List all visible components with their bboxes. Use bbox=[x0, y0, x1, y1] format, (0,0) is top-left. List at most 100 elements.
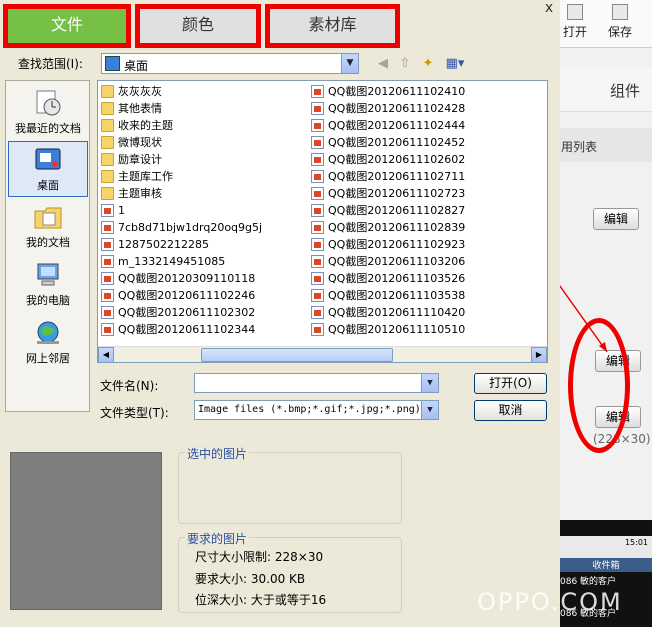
file-name: QQ截图20120611102246 bbox=[118, 289, 256, 302]
new-folder-icon[interactable]: ✦ bbox=[419, 55, 437, 73]
image-file-icon bbox=[311, 187, 324, 200]
image-file-icon bbox=[311, 255, 324, 268]
filename-input[interactable]: ▼ bbox=[194, 373, 439, 393]
image-file-icon bbox=[311, 136, 324, 149]
selected-image-group: 选中的图片 bbox=[178, 445, 402, 524]
edit-button-1[interactable]: 编辑 bbox=[593, 208, 639, 230]
phone-row-1: 086 敏的客户 bbox=[560, 577, 617, 587]
save-toolbar-button[interactable]: 保存 bbox=[600, 4, 640, 40]
file-size-text: 要求大小: 30.00 KB bbox=[195, 572, 306, 586]
file-name: 微博现状 bbox=[118, 136, 162, 149]
view-menu-icon[interactable]: ▦▾ bbox=[443, 55, 467, 73]
place-desktop[interactable]: 桌面 bbox=[8, 141, 88, 197]
tab-components[interactable]: 组件 bbox=[610, 80, 640, 101]
cancel-button[interactable]: 取消 bbox=[474, 400, 547, 421]
image-file-icon bbox=[311, 272, 324, 285]
tab-color[interactable]: 颜色 bbox=[135, 4, 261, 48]
image-file-icon bbox=[311, 119, 324, 132]
horizontal-scrollbar[interactable]: ◀ ▶ bbox=[98, 346, 547, 362]
look-in-label: 查找范围(I): bbox=[18, 57, 83, 71]
image-file-icon bbox=[311, 170, 324, 183]
image-file-icon bbox=[311, 85, 324, 98]
image-file-icon bbox=[311, 323, 324, 336]
image-file-icon bbox=[101, 323, 114, 336]
folder-icon bbox=[101, 170, 114, 183]
scrollbar-thumb[interactable] bbox=[201, 348, 393, 362]
open-button[interactable]: 打开(O) bbox=[474, 373, 547, 394]
file-name: QQ截图20120611102839 bbox=[328, 221, 466, 234]
chevron-down-icon[interactable]: ▼ bbox=[341, 54, 358, 73]
place-network[interactable]: 网上邻居 bbox=[8, 315, 88, 371]
desktop-icon bbox=[105, 56, 120, 71]
tab-file[interactable]: 文件 bbox=[3, 4, 131, 48]
top-tab-bar: 文件 颜色 素材库 x bbox=[0, 0, 560, 50]
scroll-right-icon[interactable]: ▶ bbox=[531, 347, 547, 362]
background-list-header: 用列表 bbox=[555, 128, 652, 162]
chevron-down-icon[interactable]: ▼ bbox=[421, 374, 438, 392]
file-name: QQ截图20120309110118 bbox=[118, 272, 256, 285]
phone-status-bar: 15:01 bbox=[560, 536, 652, 558]
place-my-documents[interactable]: 我的文档 bbox=[8, 199, 88, 255]
file-name: QQ截图20120611102602 bbox=[328, 153, 466, 166]
image-file-icon bbox=[101, 306, 114, 319]
open-file-dialog: 文件 颜色 素材库 x 查找范围(I): 桌面 ▼ ◀ ⇧ ✦ ▦▾ 我最近的文… bbox=[0, 0, 560, 627]
filetype-label: 文件类型(T): bbox=[100, 406, 169, 420]
my-documents-icon bbox=[34, 207, 62, 229]
file-name: 1287502212285 bbox=[118, 238, 209, 251]
open-toolbar-button[interactable]: 打开 bbox=[555, 4, 595, 40]
background-tab-row: 组件 bbox=[555, 68, 652, 112]
image-file-icon bbox=[311, 204, 324, 217]
file-name: QQ截图20120611102428 bbox=[328, 102, 466, 115]
save-icon bbox=[612, 4, 628, 20]
filetype-select[interactable]: Image files (*.bmp;*.gif;*.jpg;*.png) ▼ bbox=[194, 400, 439, 420]
file-name: QQ截图20120611102444 bbox=[328, 119, 466, 132]
back-icon[interactable]: ◀ bbox=[374, 55, 392, 73]
network-places-icon bbox=[37, 321, 59, 344]
chevron-down-icon[interactable]: ▼ bbox=[421, 401, 438, 419]
file-name: QQ截图20120611103526 bbox=[328, 272, 466, 285]
folder-icon bbox=[101, 102, 114, 115]
watermark: OPPO.COM bbox=[477, 588, 623, 616]
open-icon bbox=[567, 4, 583, 20]
filename-label: 文件名(N): bbox=[100, 379, 159, 393]
file-name: m_1332149451085 bbox=[118, 255, 226, 268]
image-file-icon bbox=[311, 289, 324, 302]
up-folder-icon[interactable]: ⇧ bbox=[396, 55, 414, 73]
close-button[interactable]: x bbox=[539, 0, 559, 18]
image-file-icon bbox=[101, 204, 114, 217]
folder-icon bbox=[101, 136, 114, 149]
desktop-icon bbox=[35, 148, 61, 170]
file-name: QQ截图20120611103538 bbox=[328, 289, 466, 302]
look-in-select[interactable]: 桌面 ▼ bbox=[101, 53, 359, 74]
file-name: 励章设计 bbox=[118, 153, 162, 166]
folder-icon bbox=[101, 85, 114, 98]
background-toolbar: 打开 保存 bbox=[555, 0, 652, 48]
annotation-circle bbox=[568, 318, 630, 453]
file-list[interactable]: 灰灰灰灰 其他表情 收来的主题 微博现状 励章设计 主题库工作 主题审核 1 7cb8d71bj… bbox=[97, 80, 548, 363]
scroll-left-icon[interactable]: ◀ bbox=[98, 347, 114, 362]
file-name: QQ截图20120611110510 bbox=[328, 323, 466, 336]
file-name: 1 bbox=[118, 204, 125, 217]
place-my-computer[interactable]: 我的电脑 bbox=[8, 257, 88, 313]
file-name: 其他表情 bbox=[118, 102, 162, 115]
image-file-icon bbox=[101, 221, 114, 234]
image-file-icon bbox=[101, 238, 114, 251]
file-name: QQ截图20120611102923 bbox=[328, 238, 466, 251]
image-file-icon bbox=[101, 272, 114, 285]
image-file-icon bbox=[311, 102, 324, 115]
image-file-icon bbox=[311, 306, 324, 319]
image-file-icon bbox=[101, 255, 114, 268]
file-name: QQ截图20120611102452 bbox=[328, 136, 466, 149]
folder-icon bbox=[101, 187, 114, 200]
file-name: 主题库工作 bbox=[118, 170, 173, 183]
tab-material[interactable]: 素材库 bbox=[265, 4, 400, 48]
image-preview bbox=[10, 452, 162, 610]
folder-icon bbox=[101, 119, 114, 132]
image-file-icon bbox=[311, 221, 324, 234]
file-name: QQ截图20120611103206 bbox=[328, 255, 466, 268]
place-recent[interactable]: 我最近的文档 bbox=[8, 85, 88, 141]
places-bar: 我最近的文档 桌面 我的文档 我的电脑 网上邻居 bbox=[5, 80, 90, 412]
file-name: 收来的主题 bbox=[118, 119, 173, 132]
phone-title: 收件箱 bbox=[560, 558, 652, 572]
recent-documents-icon bbox=[36, 90, 61, 116]
